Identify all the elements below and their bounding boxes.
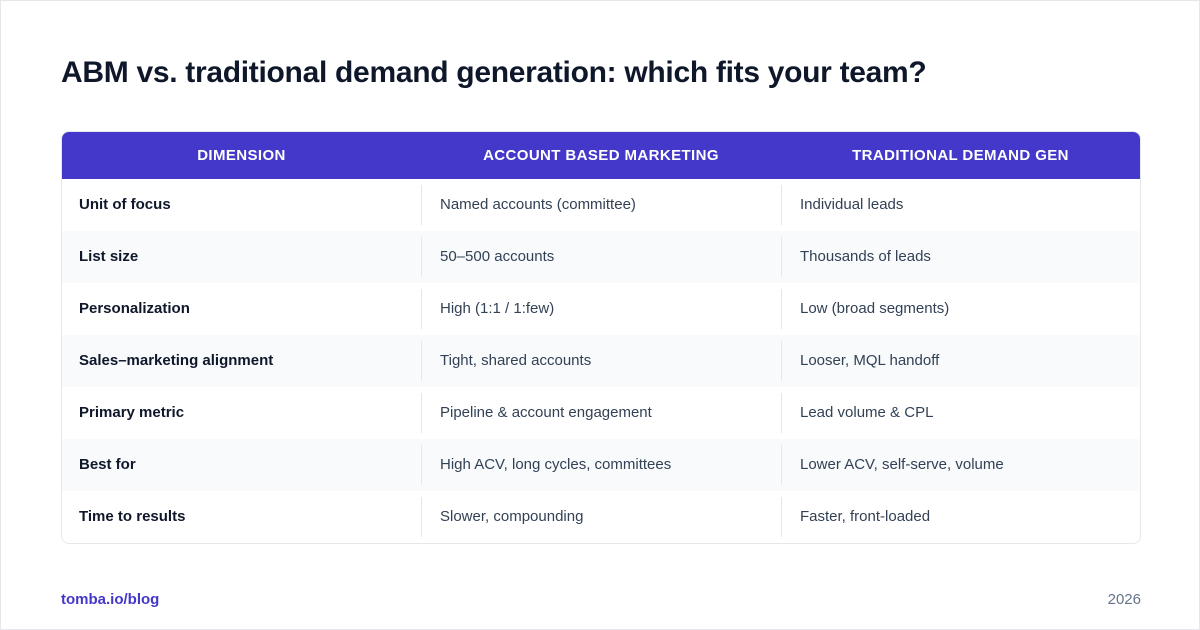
abm-cell: Named accounts (committee): [421, 185, 781, 225]
table-row: Best for High ACV, long cycles, committe…: [62, 439, 1140, 491]
traditional-cell: Looser, MQL handoff: [781, 341, 1140, 381]
table-row: Sales–marketing alignment Tight, shared …: [62, 335, 1140, 387]
abm-cell: Pipeline & account engagement: [421, 393, 781, 433]
table-row: Unit of focus Named accounts (committee)…: [62, 179, 1140, 231]
dimension-cell: Sales–marketing alignment: [79, 352, 274, 369]
blog-link[interactable]: tomba.io/blog: [61, 591, 159, 608]
traditional-cell: Faster, front-loaded: [781, 497, 1140, 537]
abm-cell: 50–500 accounts: [421, 237, 781, 277]
dimension-cell: List size: [79, 248, 139, 265]
comparison-table: DIMENSION ACCOUNT BASED MARKETING TRADIT…: [61, 131, 1141, 544]
table-row: Personalization High (1:1 / 1:few) Low (…: [62, 283, 1140, 335]
page: ABM vs. traditional demand generation: w…: [0, 0, 1200, 630]
column-header-abm: ACCOUNT BASED MARKETING: [483, 147, 719, 164]
traditional-cell: Lower ACV, self-serve, volume: [781, 445, 1140, 485]
dimension-cell: Time to results: [79, 508, 186, 525]
traditional-cell: Low (broad segments): [781, 289, 1140, 329]
table-header: DIMENSION ACCOUNT BASED MARKETING TRADIT…: [62, 132, 1140, 179]
column-header-dimension: DIMENSION: [197, 147, 286, 164]
column-header-traditional: TRADITIONAL DEMAND GEN: [852, 147, 1069, 164]
traditional-cell: Individual leads: [781, 185, 1140, 225]
dimension-cell: Unit of focus: [79, 196, 171, 213]
footer-year: 2026: [1107, 591, 1141, 608]
table-row: List size 50–500 accounts Thousands of l…: [62, 231, 1140, 283]
dimension-cell: Personalization: [79, 300, 190, 317]
abm-cell: Slower, compounding: [421, 497, 781, 537]
table-row: Time to results Slower, compounding Fast…: [62, 491, 1140, 543]
page-title: ABM vs. traditional demand generation: w…: [61, 56, 927, 89]
dimension-cell: Best for: [79, 456, 136, 473]
table-row: Primary metric Pipeline & account engage…: [62, 387, 1140, 439]
abm-cell: Tight, shared accounts: [421, 341, 781, 381]
traditional-cell: Thousands of leads: [781, 237, 1140, 277]
dimension-cell: Primary metric: [79, 404, 185, 421]
abm-cell: High ACV, long cycles, committees: [421, 445, 781, 485]
traditional-cell: Lead volume & CPL: [781, 393, 1140, 433]
abm-cell: High (1:1 / 1:few): [421, 289, 781, 329]
